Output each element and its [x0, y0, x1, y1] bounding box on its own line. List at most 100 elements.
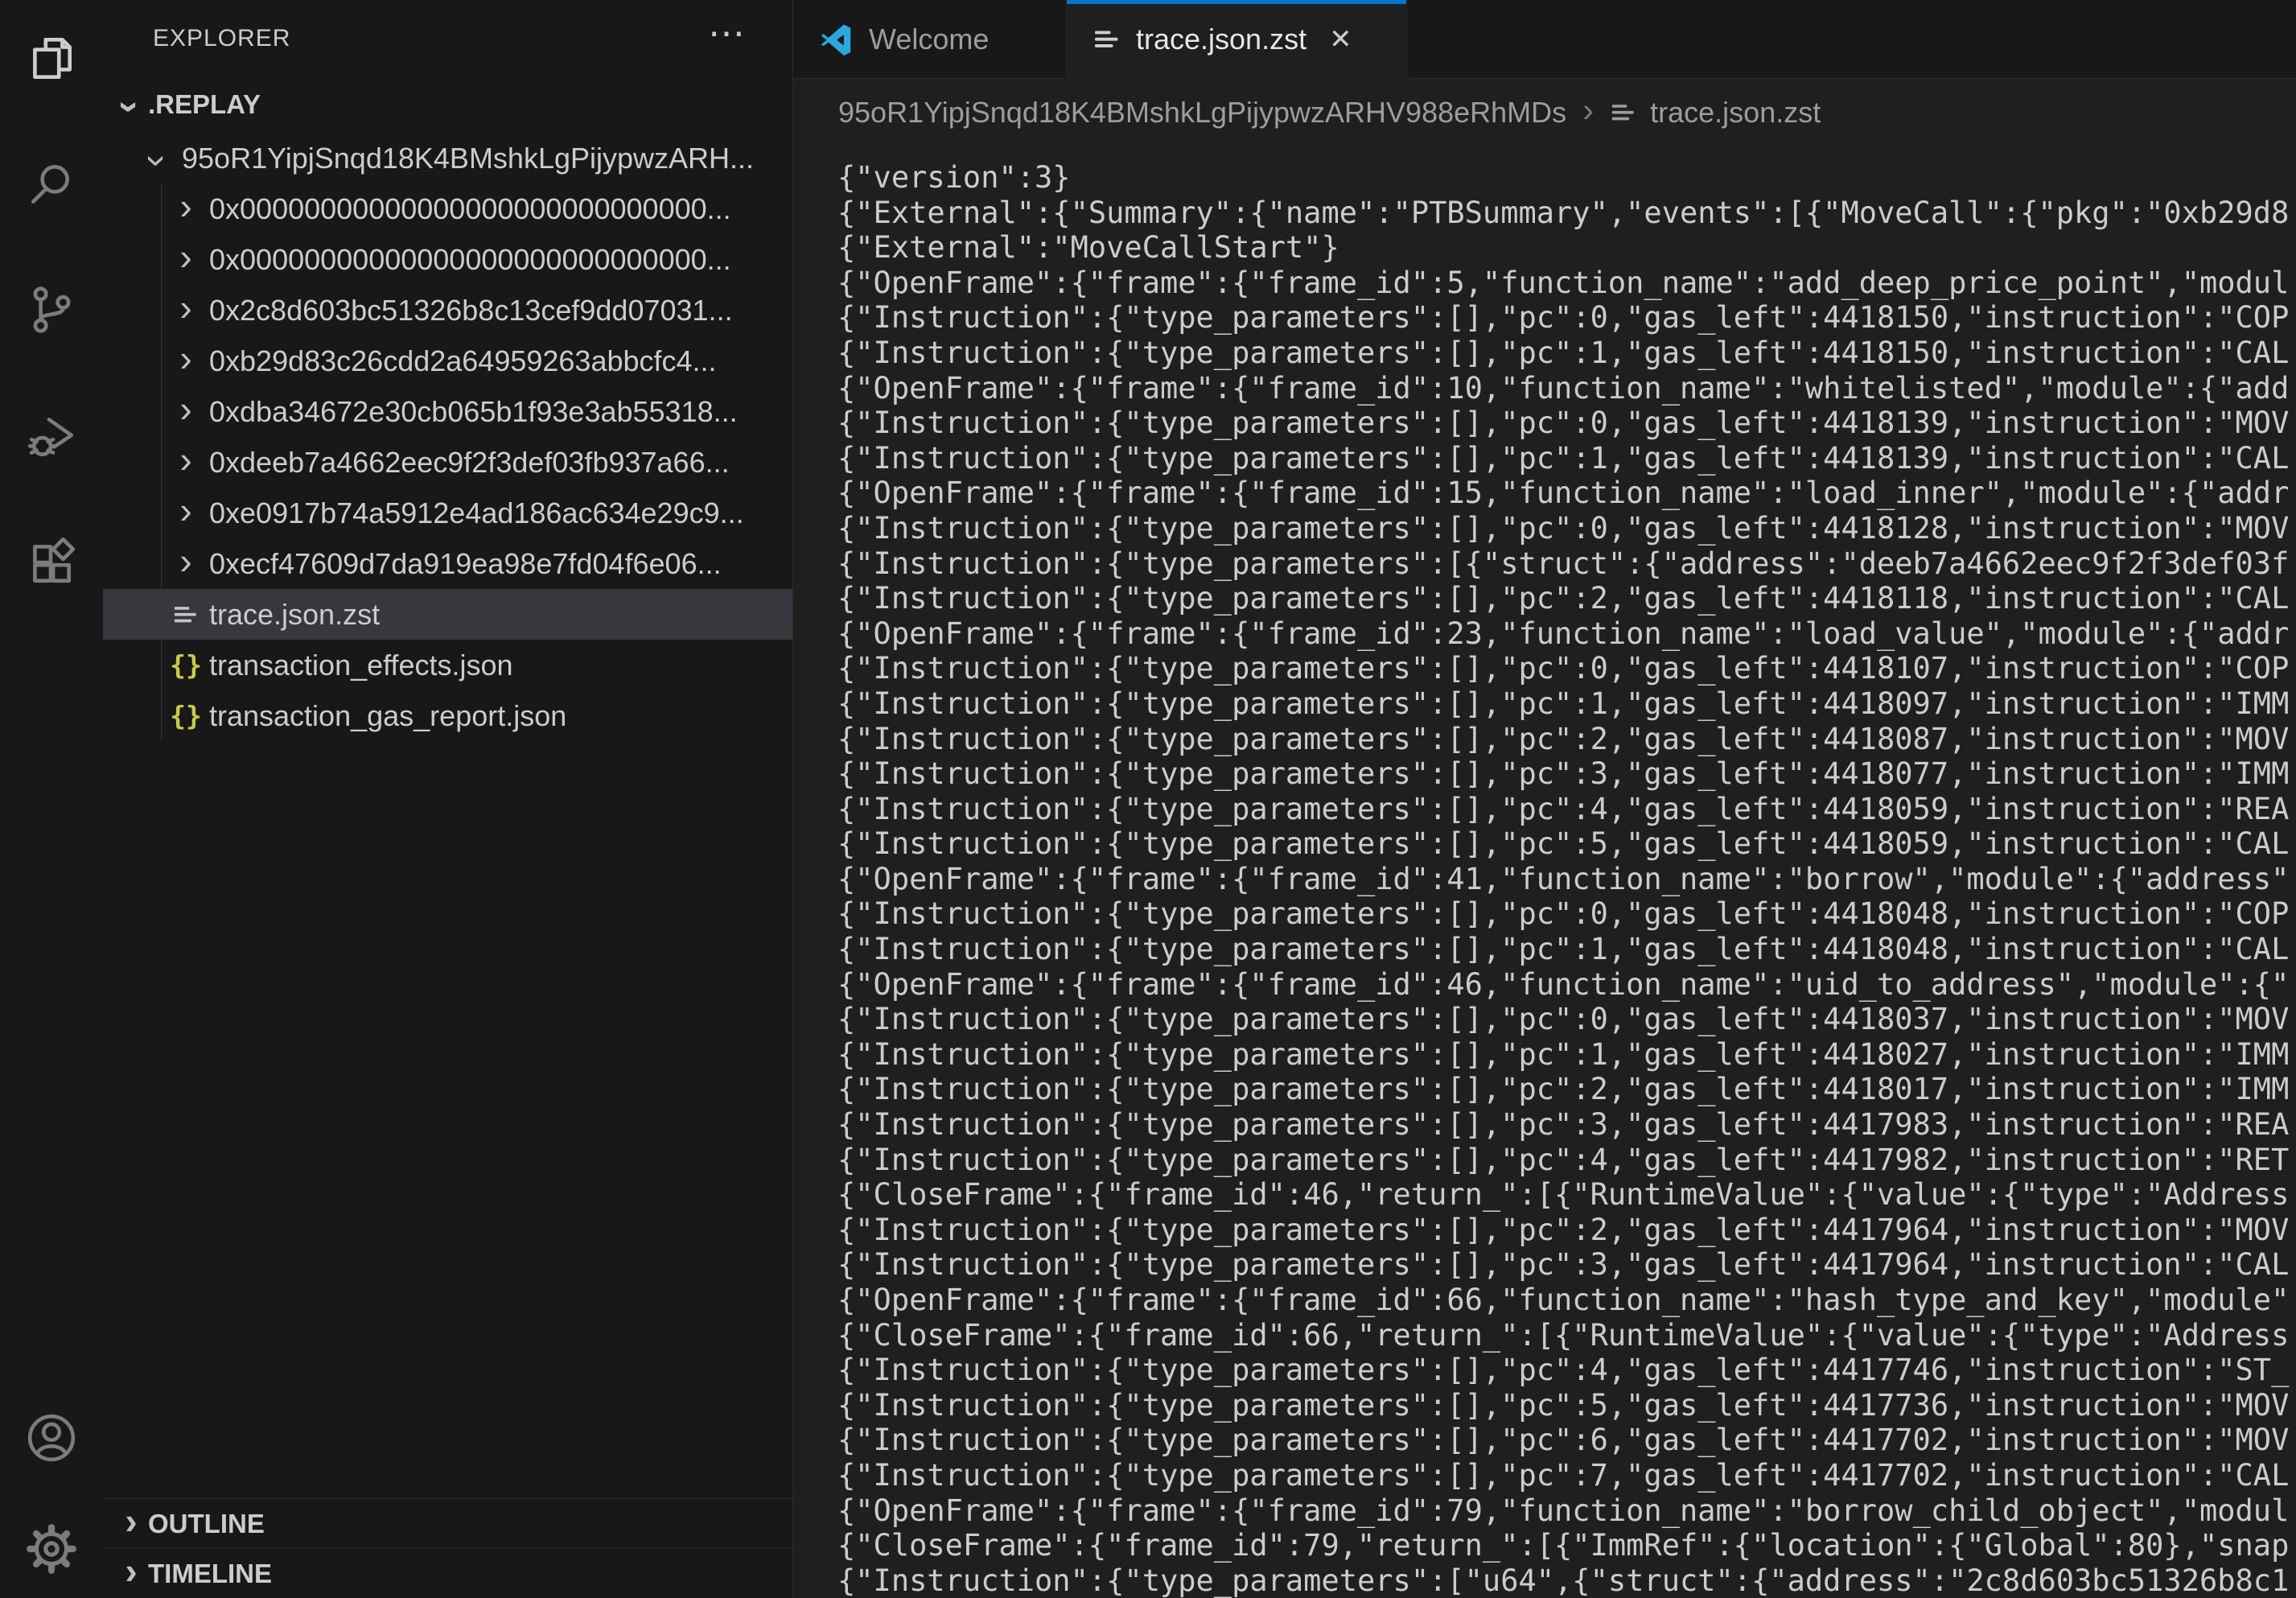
- editor-line: {"CloseFrame":{"frame_id":46,"return_":[…: [837, 1177, 2296, 1213]
- editor-line: {"Instruction":{"type_parameters":[],"pc…: [837, 1423, 2296, 1458]
- chevron-right-icon: ›: [169, 441, 203, 484]
- tab-label: Welcome: [869, 23, 989, 56]
- file-lines-icon: [1092, 25, 1121, 54]
- tree-item-0xb29d83c26cdd2a64959263abbcfc[interactable]: ›0xb29d83c26cdd2a64959263abbcfc4...: [103, 336, 792, 386]
- tree-item-transaction-effects-json[interactable]: {}transaction_effects.json: [103, 640, 792, 690]
- tree-item-95or1yipjsnqd18k4bmshklgpijypw[interactable]: ›95oR1YipjSnqd18K4BMshkLgPijypwzARH...: [103, 133, 792, 183]
- editor-line: {"Instruction":{"type_parameters":[],"pc…: [837, 1002, 2296, 1037]
- editor-line: {"Instruction":{"type_parameters":[],"pc…: [837, 686, 2296, 722]
- editor-line: {"Instruction":{"type_parameters":[],"pc…: [837, 441, 2296, 476]
- section-label: .REPLAY: [148, 89, 261, 120]
- tree-item-label: 0x00000000000000000000000000000...: [209, 243, 731, 277]
- run-debug-icon[interactable]: [25, 409, 78, 462]
- tree-item-0xdba34672e30cb065b1f93e3ab553[interactable]: ›0xdba34672e30cb065b1f93e3ab55318...: [103, 386, 792, 437]
- chevron-right-icon: ›: [169, 492, 203, 535]
- sidebar-explorer: EXPLORER ⋯ › .REPLAY ›95oR1YipjSnqd18K4B…: [103, 0, 792, 1598]
- editor-line: {"OpenFrame":{"frame":{"frame_id":5,"fun…: [837, 266, 2296, 301]
- json-file-icon: {}: [169, 649, 203, 681]
- search-icon[interactable]: [25, 158, 78, 211]
- settings-gear-icon[interactable]: [25, 1522, 78, 1575]
- chevron-down-icon: ›: [140, 142, 177, 175]
- editor-line: {"Instruction":{"type_parameters":[],"pc…: [837, 756, 2296, 792]
- tree-item-label: 0xdba34672e30cb065b1f93e3ab55318...: [209, 395, 738, 429]
- chevron-right-icon: ›: [169, 542, 203, 586]
- tree-item-label: 0xdeeb7a4662eec9f2f3def03fb937a66...: [209, 446, 730, 480]
- editor-line: {"Instruction":{"type_parameters":[],"pc…: [837, 581, 2296, 616]
- editor-line: {"OpenFrame":{"frame":{"frame_id":41,"fu…: [837, 862, 2296, 897]
- tab-label: trace.json.zst: [1136, 23, 1306, 56]
- editor-line: {"OpenFrame":{"frame":{"frame_id":15,"fu…: [837, 476, 2296, 511]
- editor-line: {"Instruction":{"type_parameters":[],"pc…: [837, 932, 2296, 967]
- extensions-icon[interactable]: [25, 534, 78, 587]
- breadcrumb: 95oR1YipjSnqd18K4BMshkLgPijypwzARHV988eR…: [793, 79, 2296, 146]
- tree-item-label: 0xb29d83c26cdd2a64959263abbcfc4...: [209, 344, 717, 378]
- source-control-icon[interactable]: [25, 283, 78, 336]
- tree-item-0xe0917b74a5912e4ad186ac634e29[interactable]: ›0xe0917b74a5912e4ad186ac634e29c9...: [103, 488, 792, 538]
- tree-item-label: transaction_gas_report.json: [209, 699, 566, 733]
- tree-item-label: 0xe0917b74a5912e4ad186ac634e29c9...: [209, 496, 744, 530]
- editor-line: {"OpenFrame":{"frame":{"frame_id":46,"fu…: [837, 967, 2296, 1003]
- tree-item-0x0000000000000000000000000000[interactable]: ›0x00000000000000000000000000000...: [103, 234, 792, 285]
- editor-line: {"Instruction":{"type_parameters":[],"pc…: [837, 1247, 2296, 1283]
- tab-bar: Welcome trace.json.zst ✕: [793, 0, 2296, 79]
- section-header-outline[interactable]: › OUTLINE: [103, 1498, 792, 1548]
- editor-line: {"Instruction":{"type_parameters":[],"pc…: [837, 1353, 2296, 1388]
- chevron-right-icon: ›: [114, 1502, 148, 1546]
- tree-item-0xecf47609d7da919ea98e7fd04f6e[interactable]: ›0xecf47609d7da919ea98e7fd04f6e06...: [103, 538, 792, 589]
- editor-line: {"Instruction":{"type_parameters":[],"pc…: [837, 896, 2296, 932]
- indent-guide: [161, 183, 162, 741]
- editor-line: {"Instruction":{"type_parameters":[],"pc…: [837, 1072, 2296, 1107]
- tree-item-0xdeeb7a4662eec9f2f3def03fb937[interactable]: ›0xdeeb7a4662eec9f2f3def03fb937a66...: [103, 437, 792, 488]
- more-actions-icon[interactable]: ⋯: [708, 33, 746, 44]
- editor-line: {"Instruction":{"type_parameters":[],"pc…: [837, 300, 2296, 336]
- tree-item-0x2c8d603bc51326b8c13cef9dd070[interactable]: ›0x2c8d603bc51326b8c13cef9dd07031...: [103, 285, 792, 336]
- breadcrumb-file[interactable]: trace.json.zst: [1650, 96, 1821, 130]
- editor-line: {"OpenFrame":{"frame":{"frame_id":23,"fu…: [837, 616, 2296, 652]
- editor-line: {"OpenFrame":{"frame":{"frame_id":10,"fu…: [837, 371, 2296, 406]
- tree-item-label: 0x2c8d603bc51326b8c13cef9dd07031...: [209, 294, 733, 327]
- chevron-right-icon: ›: [169, 390, 203, 434]
- editor-line: {"Instruction":{"type_parameters":[],"pc…: [837, 511, 2296, 546]
- vscode-logo-icon: [819, 22, 854, 57]
- editor-line: {"Instruction":{"type_parameters":[],"pc…: [837, 792, 2296, 827]
- editor-line: {"CloseFrame":{"frame_id":66,"return_":[…: [837, 1318, 2296, 1353]
- breadcrumb-separator-icon: ›: [1579, 91, 1597, 134]
- close-icon[interactable]: ✕: [1329, 23, 1352, 56]
- tree-item-transaction-gas-report-json[interactable]: {}transaction_gas_report.json: [103, 690, 792, 741]
- editor-line: {"External":"MoveCallStart"}: [837, 230, 2296, 266]
- file-lines-icon: [1610, 99, 1637, 126]
- editor-line: {"version":3}: [837, 160, 2296, 196]
- editor-line: {"Instruction":{"type_parameters":[],"pc…: [837, 651, 2296, 686]
- section-header-replay[interactable]: › .REPLAY: [103, 76, 792, 133]
- tab-trace-json-zst[interactable]: trace.json.zst ✕: [1067, 0, 1407, 79]
- section-header-timeline[interactable]: › TIMELINE: [103, 1548, 792, 1598]
- explorer-title: EXPLORER: [153, 25, 290, 52]
- tree-item-label: 0x00000000000000000000000000000...: [209, 192, 731, 226]
- tab-welcome[interactable]: Welcome: [793, 0, 1067, 78]
- editor-group: Welcome trace.json.zst ✕ 95oR1YipjSnqd18…: [792, 0, 2296, 1598]
- editor-line: {"Instruction":{"type_parameters":[],"pc…: [837, 722, 2296, 757]
- editor-line: {"Instruction":{"type_parameters":[],"pc…: [837, 1213, 2296, 1248]
- editor-line: {"Instruction":{"type_parameters":[],"pc…: [837, 1143, 2296, 1178]
- file-lines-icon: [169, 601, 203, 628]
- breadcrumb-folder[interactable]: 95oR1YipjSnqd18K4BMshkLgPijypwzARHV988eR…: [838, 96, 1566, 130]
- editor-line: {"CloseFrame":{"frame_id":79,"return_":[…: [837, 1528, 2296, 1563]
- chevron-down-icon: ›: [113, 88, 150, 121]
- tree-item-label: trace.json.zst: [209, 598, 380, 632]
- chevron-right-icon: ›: [169, 187, 203, 231]
- editor-line: {"Instruction":{"type_parameters":[],"pc…: [837, 1037, 2296, 1073]
- editor-line: {"OpenFrame":{"frame":{"frame_id":79,"fu…: [837, 1493, 2296, 1529]
- account-icon[interactable]: [25, 1411, 78, 1464]
- editor-content[interactable]: {"version":3}{"External":{"Summary":{"na…: [793, 146, 2296, 1598]
- activity-bar: [0, 0, 103, 1598]
- explorer-header: EXPLORER ⋯: [103, 0, 792, 76]
- chevron-right-icon: ›: [169, 340, 203, 383]
- explorer-icon[interactable]: [25, 32, 78, 85]
- tree-item-label: 95oR1YipjSnqd18K4BMshkLgPijypwzARH...: [182, 142, 754, 175]
- json-file-icon: {}: [169, 700, 203, 731]
- editor-line: {"Instruction":{"type_parameters":[{"str…: [837, 546, 2296, 582]
- tree-item-trace-json-zst[interactable]: trace.json.zst: [103, 589, 792, 640]
- tree-item-0x0000000000000000000000000000[interactable]: ›0x00000000000000000000000000000...: [103, 183, 792, 234]
- chevron-right-icon: ›: [114, 1552, 148, 1596]
- editor-line: {"OpenFrame":{"frame":{"frame_id":66,"fu…: [837, 1283, 2296, 1318]
